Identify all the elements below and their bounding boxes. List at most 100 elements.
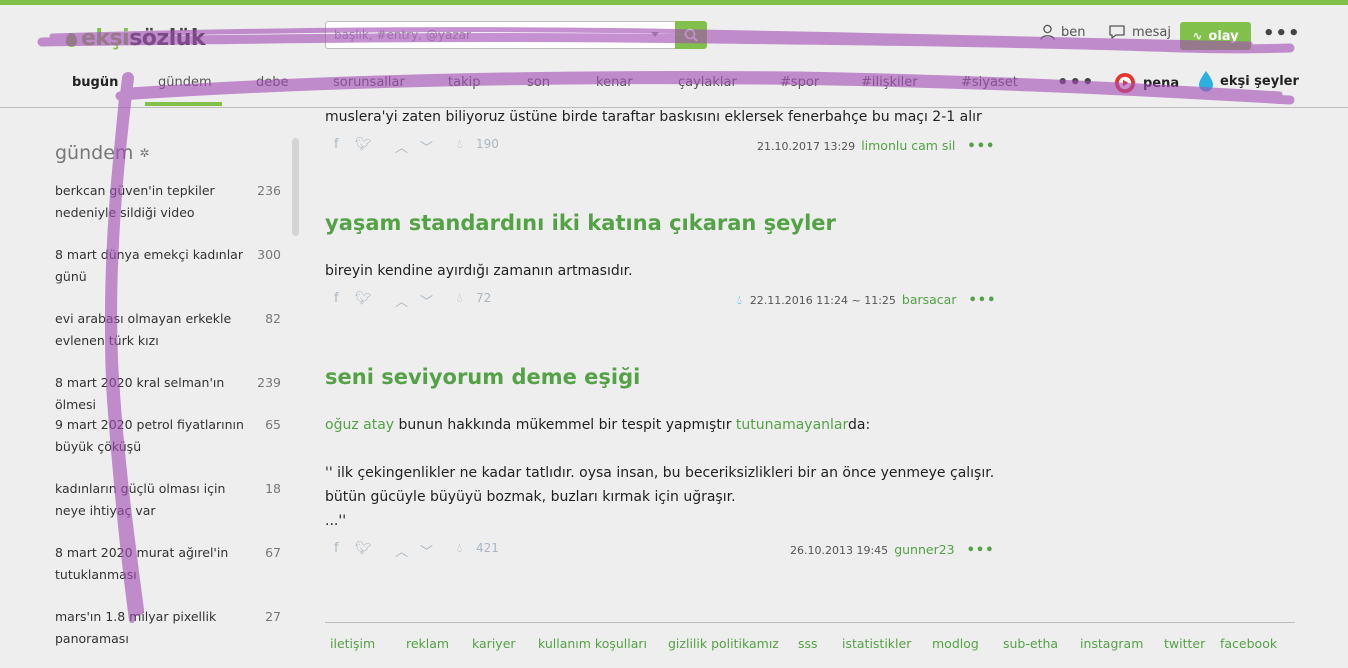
footer: iletişim reklam kariyer kullanım koşulla… [325,622,1295,668]
nav-item-takip[interactable]: takip [448,75,480,90]
olay-button[interactable]: ∿ olay [1180,22,1251,50]
topic-list-item[interactable]: 9 mart 2020 petrol fiyatlarının büyük çö… [55,414,285,458]
footer-link-sss[interactable]: sss [798,636,818,651]
entry-content: bireyin kendine ayırdığı zamanın artması… [325,263,633,279]
downvote-icon[interactable]: ﹀ [420,291,433,310]
site-logo[interactable]: ekşi sözlük [66,23,206,53]
eksi-seyler-label: ekşi şeyler [1220,73,1299,89]
favorite-drop-icon[interactable]: 💧︎ [457,541,462,556]
entry-meta: 21.10.2017 13:29 limonlu cam sil ••• [757,138,995,158]
upvote-icon[interactable]: ︿ [395,137,408,156]
footer-link-kullanim-kosullari[interactable]: kullanım koşulları [538,636,647,651]
user-menu[interactable]: ben [1040,24,1086,40]
footer-link-kariyer[interactable]: kariyer [472,636,516,651]
topic-title[interactable]: yaşam standardını iki katına çıkaran şey… [325,211,836,235]
topic-list-item[interactable]: kadınların güçlü olması için neye ihtiya… [55,478,285,522]
topic-title[interactable]: seni seviyorum deme eşiği [325,365,640,389]
olay-label: olay [1208,28,1239,44]
entry-link[interactable]: tutunamayanlar [736,417,848,433]
topic-list-item[interactable]: 8 mart 2020 murat ağırel'in tutuklanması… [55,542,285,586]
entry-text-part: da: [848,417,871,433]
search-dropdown-caret-icon[interactable] [651,32,659,37]
user-icon [1040,24,1055,40]
nav-item-son[interactable]: son [527,75,550,90]
search-input[interactable] [325,21,675,49]
nav-item-debe[interactable]: debe [256,75,289,90]
entry-link[interactable]: oğuz atay [325,417,394,433]
message-menu[interactable]: mesaj [1108,24,1171,40]
entry-date[interactable]: 26.10.2013 19:45 [790,544,888,557]
topic-title: 9 mart 2020 petrol fiyatlarının büyük çö… [55,417,244,454]
pulse-icon: ∿ [1192,29,1203,43]
search-button[interactable] [675,21,707,49]
pena-icon [1115,73,1135,93]
pena-link[interactable]: pena [1114,72,1179,94]
footer-link-gizlilik[interactable]: gizlilik politikamız [668,636,779,651]
favorite-count: 421 [476,541,499,555]
twitter-icon[interactable]: 🐦︎ [355,291,372,306]
logo-drop-icon [66,33,77,47]
nav-item-sorunsallar[interactable]: sorunsallar [333,75,405,90]
nav-item-caylaklar[interactable]: çaylaklar [678,75,737,90]
more-icon[interactable]: ••• [1263,25,1301,43]
footer-link-modlog[interactable]: modlog [932,636,979,651]
topic-count: 65 [265,417,281,432]
sidebar-title[interactable]: gündem ✲ [55,142,149,164]
downvote-icon[interactable]: ﹀ [420,541,433,560]
favorite-drop-icon[interactable]: 💧︎ [457,291,462,306]
topic-title: 8 mart 2020 kral selman'ın ölmesi [55,375,225,412]
nav-item-iliskiler[interactable]: #ilişkiler [861,75,918,90]
header: ekşi sözlük ben mesaj ∿ olay ••• bugün g… [0,5,1348,108]
eksi-seyler-link[interactable]: ekşi şeyler [1198,70,1299,92]
topic-list-item[interactable]: 8 mart 2020 kral selman'ın ölmesi 239 [55,372,285,416]
topic-list-item[interactable]: mars'ın 1.8 milyar pixellik panoraması 27 [55,606,285,650]
user-label: ben [1061,24,1086,40]
entry-more-icon[interactable]: ••• [967,139,995,154]
nav-active-indicator [145,102,222,106]
gear-icon[interactable]: ✲ [139,146,149,160]
topic-list-item[interactable]: evi arabası olmayan erkekle evlenen türk… [55,308,285,352]
footer-link-facebook[interactable]: facebook [1220,636,1277,651]
nav-item-spor[interactable]: #spor [780,75,819,90]
footer-link-sub-etha[interactable]: sub-etha [1003,636,1058,651]
topic-list-item[interactable]: 8 mart dünya emekçi kadınlar günü 300 [55,244,285,288]
sidebar: gündem ✲ berkcan güven'in tepkiler neden… [0,108,300,667]
footer-link-reklam[interactable]: reklam [406,636,449,651]
twitter-icon[interactable]: 🐦︎ [355,137,372,152]
nav-item-kenar[interactable]: kenar [596,75,633,90]
footer-link-twitter[interactable]: twitter [1164,636,1205,651]
nav-item-siyaset[interactable]: #siyaset [961,75,1018,90]
footer-link-instagram[interactable]: instagram [1080,636,1143,651]
sidebar-scrollbar[interactable] [292,138,299,236]
entry-quote-line: ...'' [325,513,347,529]
topic-list-item[interactable]: berkcan güven'in tepkiler nedeniyle sild… [55,180,285,224]
twitter-icon[interactable]: 🐦︎ [355,541,372,556]
downvote-icon[interactable]: ﹀ [420,137,433,156]
entry-date[interactable]: 21.10.2017 13:29 [757,140,855,153]
facebook-icon[interactable]: f [334,291,339,306]
nav-more-icon[interactable]: ••• [1057,72,1095,93]
nav-item-gundem[interactable]: gündem [158,75,212,90]
favorite-drop-icon[interactable]: 💧︎ [457,137,462,152]
topic-count: 236 [257,183,281,198]
entry-author[interactable]: gunner23 [894,542,954,557]
logo-text-2: sözlük [129,25,206,51]
entry-author[interactable]: limonlu cam sil [861,138,955,153]
entry-date[interactable]: 22.11.2016 11:24 ~ 11:25 [750,294,896,307]
entry-text-part: bunun hakkında mükemmel bir tespit yapmı… [394,417,736,433]
upvote-icon[interactable]: ︿ [395,541,408,560]
entry-more-icon[interactable]: ••• [967,543,995,558]
footer-link-istatistikler[interactable]: istatistikler [842,636,911,651]
upvote-icon[interactable]: ︿ [395,291,408,310]
topic-title: kadınların güçlü olması için neye ihtiya… [55,481,226,518]
topic-count: 82 [265,311,281,326]
entry-more-icon[interactable]: ••• [968,293,996,308]
entry-quote-line: bütün gücüyle büyüyü bozmak, buzları kır… [325,489,736,505]
footer-link-iletisim[interactable]: iletişim [330,636,375,651]
nav-item-bugun[interactable]: bugün [72,75,118,90]
entry-author[interactable]: barsacar [902,292,957,307]
topic-title: 8 mart 2020 murat ağırel'in tutuklanması [55,545,229,582]
logo-text-1: ekşi [81,25,130,51]
facebook-icon[interactable]: f [334,137,339,152]
facebook-icon[interactable]: f [334,541,339,556]
